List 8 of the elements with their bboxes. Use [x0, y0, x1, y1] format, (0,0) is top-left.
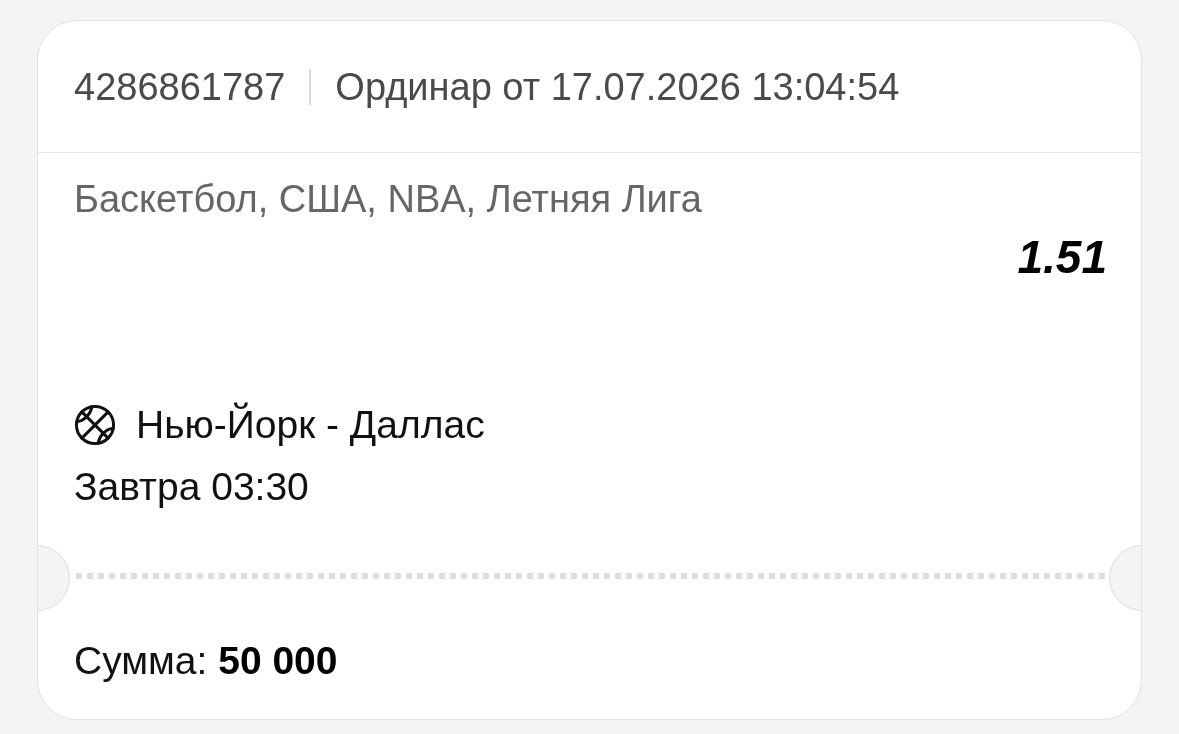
bet-type-date: Ординар от 17.07.2026 13:04:54 — [335, 64, 900, 109]
basketball-icon — [74, 404, 116, 446]
match-start-time: Завтра 03:30 — [74, 465, 310, 509]
match-teams: Нью-Йорк - Даллас — [136, 403, 485, 447]
event-category: Баскетбол, США, NBA, Летняя Лига — [74, 179, 703, 219]
bet-number: 4286861787 — [74, 64, 286, 109]
odds-value: 1.51 — [1017, 231, 1107, 283]
stake-amount: Сумма: 50 000 — [74, 639, 338, 682]
